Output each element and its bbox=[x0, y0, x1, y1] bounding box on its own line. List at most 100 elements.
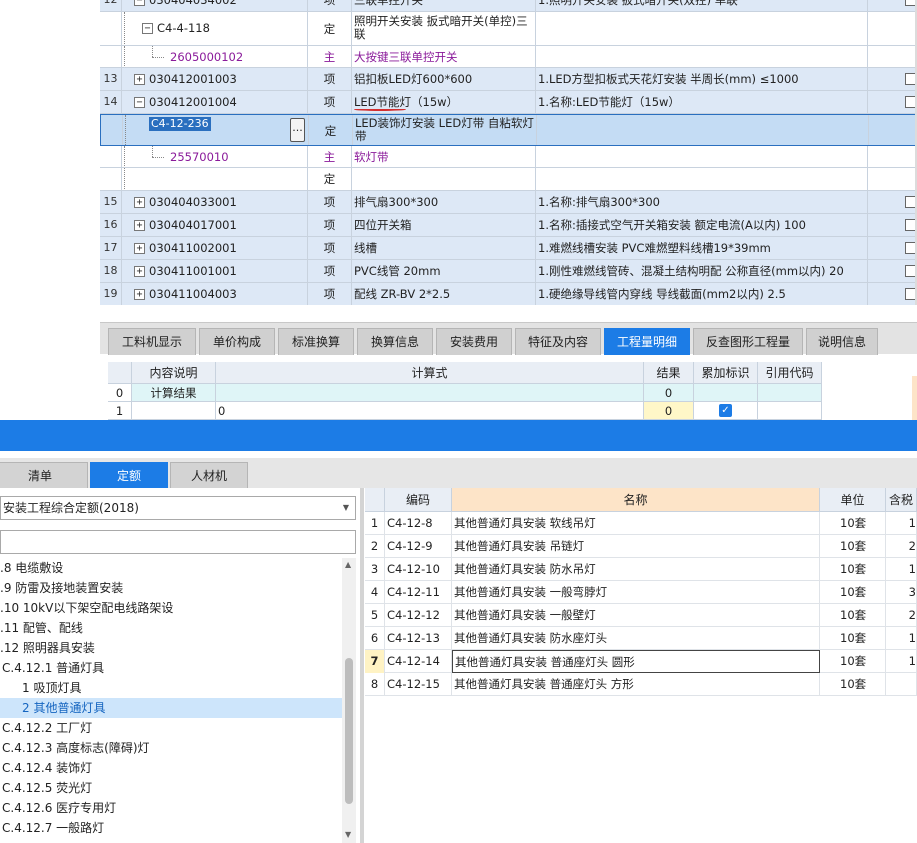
item-code[interactable] bbox=[122, 168, 308, 190]
item-code[interactable]: C4-12-236... bbox=[123, 115, 309, 145]
table-row[interactable]: 3 C4-12-10 其他普通灯具安装 防水吊灯 10套 1 bbox=[365, 558, 917, 581]
cell-unit[interactable]: 10套 bbox=[820, 604, 886, 627]
calc-accumulate-cell[interactable]: ✓ bbox=[694, 402, 758, 420]
grid-row[interactable]: C4-12-236... 定 LED装饰灯安装 LED灯带 自粘软灯带 bbox=[100, 114, 917, 146]
cell-name[interactable]: 其他普通灯具安装 普通座灯头 方形 bbox=[452, 673, 820, 696]
expand-icon[interactable]: + bbox=[134, 220, 145, 231]
tree-node[interactable]: .8 电缆敷设 bbox=[0, 558, 342, 578]
cell-unit[interactable]: 10套 bbox=[820, 627, 886, 650]
cell-extra[interactable]: 2 bbox=[886, 535, 917, 558]
grid-row[interactable]: − C4-4-118 定照明开关安装 扳式暗开关(单控)三联 bbox=[100, 12, 917, 46]
cell-code[interactable]: C4-12-9 bbox=[385, 535, 452, 558]
checkbox-checked-icon[interactable]: ✓ bbox=[719, 404, 732, 417]
tab-8[interactable]: 反查图形工程量 bbox=[693, 328, 803, 355]
collapse-icon[interactable]: − bbox=[134, 0, 145, 6]
calc-ref-cell[interactable] bbox=[758, 384, 822, 402]
library-tab-3[interactable]: 人材机 bbox=[170, 462, 248, 488]
item-code[interactable]: +030412001003 bbox=[122, 68, 308, 90]
bill-items-grid[interactable]: 12−030404034002项三联单控开关1.照明开关安装 扳式暗开关(双控)… bbox=[100, 0, 917, 305]
grid-row[interactable]: 15 +030404033001 项排气扇300*300 1.名称:排气扇300*30… bbox=[100, 191, 917, 214]
tree-node[interactable]: C.4.12.5 荧光灯 bbox=[0, 778, 342, 798]
cell-code[interactable]: C4-12-11 bbox=[385, 581, 452, 604]
scroll-up-icon[interactable]: ▲ bbox=[345, 560, 351, 569]
item-code[interactable]: 25570010 bbox=[122, 146, 308, 167]
calc-cell-result[interactable]: 0 bbox=[644, 384, 694, 402]
cell-unit[interactable]: 10套 bbox=[820, 581, 886, 604]
item-name[interactable]: 铝扣板LED灯600*600 bbox=[352, 68, 536, 90]
item-code[interactable]: +030411002001 bbox=[122, 237, 308, 259]
item-name[interactable]: 四位开关箱 bbox=[352, 214, 536, 236]
item-name[interactable]: 软灯带 bbox=[352, 146, 536, 167]
table-row[interactable]: 2 C4-12-9 其他普通灯具安装 吊链灯 10套 2 bbox=[365, 535, 917, 558]
cell-unit[interactable]: 10套 bbox=[820, 558, 886, 581]
item-code[interactable]: +030411001001 bbox=[122, 260, 308, 282]
pane-divider[interactable] bbox=[360, 488, 364, 843]
cell-name[interactable]: 其他普通灯具安装 防水座灯头 bbox=[452, 627, 820, 650]
search-input[interactable] bbox=[0, 530, 356, 554]
cell-name[interactable]: 其他普通灯具安装 一般壁灯 bbox=[452, 604, 820, 627]
item-name[interactable]: LED节能灯（15w） bbox=[352, 91, 536, 113]
tree-node[interactable]: C.4.12.3 高度标志(障碍)灯 bbox=[0, 738, 342, 758]
collapse-icon[interactable]: − bbox=[142, 23, 153, 34]
tree-node[interactable]: C.4.12.7 一般路灯 bbox=[0, 818, 342, 838]
tree-node[interactable]: 1 吸顶灯具 bbox=[0, 678, 342, 698]
item-code[interactable]: −030404034002 bbox=[122, 0, 308, 11]
library-tab-1[interactable]: 清单 bbox=[0, 462, 88, 488]
tab-2[interactable]: 单价构成 bbox=[199, 328, 275, 355]
cell-name[interactable]: 其他普通灯具安装 防水吊灯 bbox=[452, 558, 820, 581]
tab-7[interactable]: 工程量明细 bbox=[604, 328, 690, 355]
tree-node[interactable]: C.4.12.1 普通灯具 bbox=[0, 658, 342, 678]
calc-cell-desc[interactable] bbox=[132, 402, 216, 420]
expand-icon[interactable]: + bbox=[134, 74, 145, 85]
calc-cell-formula[interactable]: 0 bbox=[216, 402, 644, 420]
grid-row[interactable]: 19 +030411004003 项配线 ZR-BV 2*2.5 1.硬绝缘导线管内穿… bbox=[100, 283, 917, 305]
calc-cell-result[interactable]: 0 bbox=[644, 402, 694, 420]
tree-node[interactable]: .12 照明器具安装 bbox=[0, 638, 342, 658]
table-row[interactable]: 6 C4-12-13 其他普通灯具安装 防水座灯头 10套 1 bbox=[365, 627, 917, 650]
cell-code[interactable]: C4-12-13 bbox=[385, 627, 452, 650]
tree-node[interactable]: C.4.12.2 工厂灯 bbox=[0, 718, 342, 738]
cell-extra[interactable] bbox=[886, 673, 917, 696]
table-row[interactable]: 4 C4-12-11 其他普通灯具安装 一般弯脖灯 10套 3 bbox=[365, 581, 917, 604]
cell-name[interactable]: 其他普通灯具安装 普通座灯头 圆形 bbox=[452, 650, 820, 673]
quota-library-select[interactable]: 安装工程综合定额(2018) ▼ bbox=[0, 496, 356, 520]
expand-icon[interactable]: + bbox=[134, 197, 145, 208]
cell-code[interactable]: C4-12-10 bbox=[385, 558, 452, 581]
calc-ref-cell[interactable] bbox=[758, 402, 822, 420]
scroll-down-icon[interactable]: ▼ bbox=[345, 830, 351, 839]
table-row[interactable]: 5 C4-12-12 其他普通灯具安装 一般壁灯 10套 2 bbox=[365, 604, 917, 627]
expand-icon[interactable]: + bbox=[134, 243, 145, 254]
cell-extra[interactable]: 1 bbox=[886, 627, 917, 650]
tab-9[interactable]: 说明信息 bbox=[806, 328, 878, 355]
cell-extra[interactable]: 1 bbox=[886, 650, 917, 673]
cell-name[interactable]: 其他普通灯具安装 吊链灯 bbox=[452, 535, 820, 558]
grid-row[interactable]: 18 +030411001001 项 PVC线管 20mm 1.刚性难燃线管砖、混凝土结… bbox=[100, 260, 917, 283]
grid-row[interactable]: 14−030412001004 项 LED节能灯（15w） 1.名称:LED节能灯（1… bbox=[100, 91, 917, 114]
item-name[interactable]: 排气扇300*300 bbox=[352, 191, 536, 213]
grid-row[interactable]: 17 +030411002001 项线槽 1.难燃线槽安装 PVC难燃塑料线槽19*3… bbox=[100, 237, 917, 260]
item-name[interactable]: PVC线管 20mm bbox=[352, 260, 536, 282]
tree-node[interactable]: C.4.12.6 医疗专用灯 bbox=[0, 798, 342, 818]
cell-extra[interactable]: 1 bbox=[886, 558, 917, 581]
cell-name[interactable]: 其他普通灯具安装 软线吊灯 bbox=[452, 512, 820, 535]
item-name[interactable]: LED装饰灯安装 LED灯带 自粘软灯带 bbox=[353, 115, 537, 145]
cell-code[interactable]: C4-12-15 bbox=[385, 673, 452, 696]
code-edit-text[interactable]: C4-12-236 bbox=[149, 117, 211, 131]
tab-4[interactable]: 换算信息 bbox=[357, 328, 433, 355]
collapse-icon[interactable]: − bbox=[134, 97, 145, 108]
tab-3[interactable]: 标准换算 bbox=[278, 328, 354, 355]
grid-row[interactable]: 16 +030404017001 项四位开关箱 1.名称:插接式空气开关箱安装 额定电… bbox=[100, 214, 917, 237]
cell-unit[interactable]: 10套 bbox=[820, 535, 886, 558]
item-name[interactable]: 线槽 bbox=[352, 237, 536, 259]
cell-unit[interactable]: 10套 bbox=[820, 673, 886, 696]
cell-extra[interactable]: 3 bbox=[886, 581, 917, 604]
cell-extra[interactable]: 2 bbox=[886, 604, 917, 627]
grid-row[interactable]: 13 +030412001003 项铝扣板LED灯600*600 1.LED方型扣板式… bbox=[100, 68, 917, 91]
tab-1[interactable]: 工料机显示 bbox=[108, 328, 196, 355]
tree-node[interactable]: C.4.12.4 装饰灯 bbox=[0, 758, 342, 778]
calc-cell-desc[interactable]: 计算结果 bbox=[132, 384, 216, 402]
cell-code[interactable]: C4-12-14 bbox=[385, 650, 452, 673]
item-name[interactable]: 三联单控开关 bbox=[352, 0, 536, 11]
chevron-down-icon[interactable]: ▼ bbox=[343, 497, 349, 519]
grid-row[interactable]: 12−030404034002项三联单控开关1.照明开关安装 扳式暗开关(双控)… bbox=[100, 0, 917, 12]
